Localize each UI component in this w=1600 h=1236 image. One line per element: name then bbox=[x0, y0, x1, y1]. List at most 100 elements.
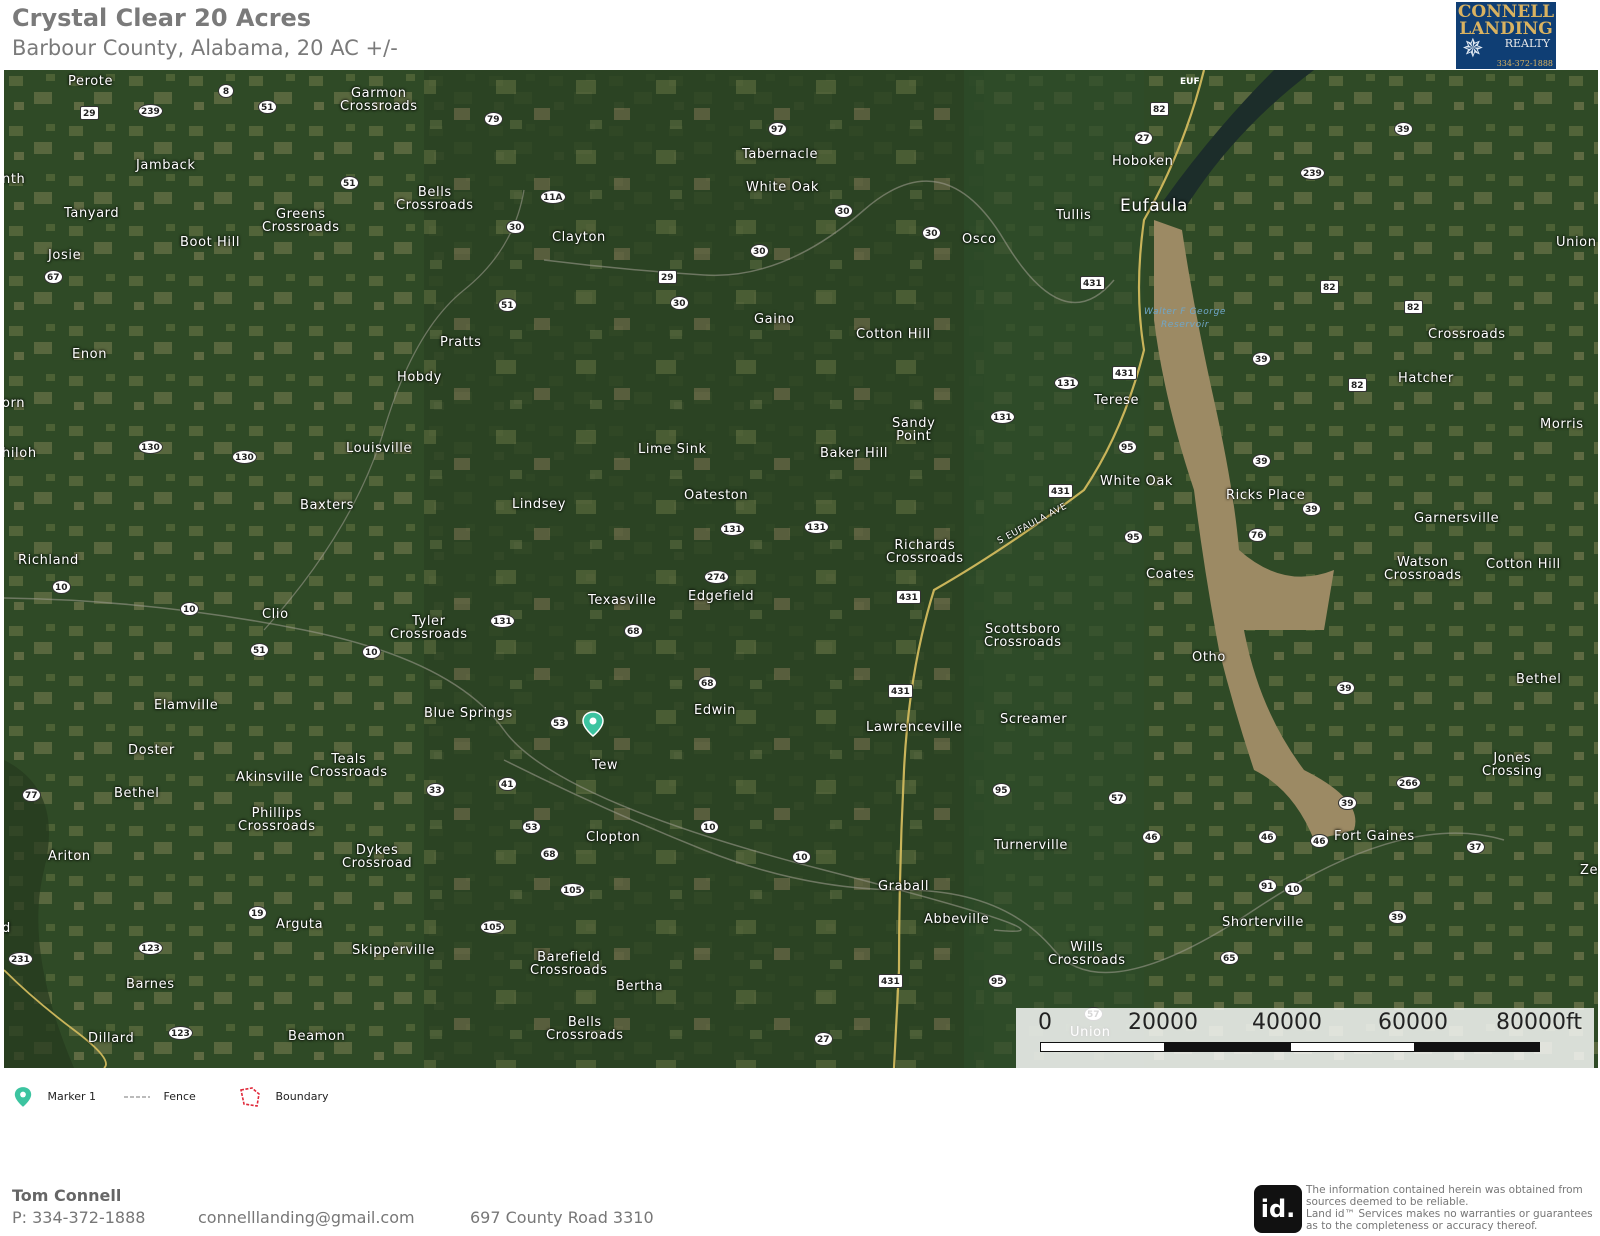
place-label-baker-hill: Baker Hill bbox=[820, 446, 889, 461]
legend-label-marker: Marker 1 bbox=[47, 1090, 97, 1103]
scale-label-20000: 20000 bbox=[1128, 1010, 1198, 1035]
route-shield-46: 46 bbox=[1142, 830, 1161, 844]
route-shield-57: 57 bbox=[1108, 791, 1127, 805]
place-label-sandy-point: Sandy Point bbox=[892, 416, 936, 444]
place-label-louisville: Louisville bbox=[346, 441, 413, 456]
route-shield-53: 53 bbox=[522, 820, 541, 834]
route-shield-19: 19 bbox=[248, 906, 267, 920]
place-label-coates: Coates bbox=[1146, 567, 1195, 582]
route-shield-82: 82 bbox=[1348, 378, 1367, 392]
place-label-texasville: Texasville bbox=[588, 593, 657, 608]
place-label-lawrenceville: Lawrenceville bbox=[866, 720, 963, 735]
place-label-white-oak-s: White Oak bbox=[1100, 474, 1174, 489]
place-label-josie: Josie bbox=[48, 248, 82, 263]
route-shield-130: 130 bbox=[138, 440, 163, 454]
scale-segment-4 bbox=[1415, 1042, 1540, 1052]
agent-email[interactable]: connelllanding@gmail.com bbox=[198, 1208, 415, 1227]
place-label-jamback: Jamback bbox=[136, 158, 196, 173]
place-label-tew: Tew bbox=[592, 758, 619, 773]
route-shield-79: 79 bbox=[484, 112, 503, 126]
place-label-clayton: Clayton bbox=[552, 230, 606, 245]
land-id-logo-text: id. bbox=[1260, 1195, 1296, 1223]
place-label-hoboken: Hoboken bbox=[1112, 154, 1174, 169]
place-label-dykes: Dykes Crossroad bbox=[342, 843, 413, 871]
place-label-oateston: Oateston bbox=[684, 488, 749, 503]
route-shield-82: 82 bbox=[1150, 102, 1169, 116]
route-shield-431: 431 bbox=[1080, 276, 1105, 290]
place-label-bertha: Bertha bbox=[616, 979, 664, 994]
route-shield-82: 82 bbox=[1404, 300, 1423, 314]
route-shield-131: 131 bbox=[490, 614, 515, 628]
route-shield-97: 97 bbox=[768, 122, 787, 136]
route-shield-51: 51 bbox=[258, 100, 277, 114]
place-label-tyler: Tyler Crossroads bbox=[390, 614, 468, 642]
route-shield-131: 131 bbox=[1054, 376, 1079, 390]
place-label-terese: Terese bbox=[1094, 393, 1140, 408]
map-subtitle: Barbour County, Alabama, 20 AC +/- bbox=[12, 36, 398, 60]
scale-label-80000ft: 80000ft bbox=[1496, 1010, 1582, 1035]
route-shield-29: 29 bbox=[658, 270, 677, 284]
route-shield-431: 431 bbox=[1048, 484, 1073, 498]
route-shield-33: 33 bbox=[426, 783, 445, 797]
place-label-union-e: Union bbox=[1556, 235, 1597, 250]
route-shield-76: 76 bbox=[1248, 528, 1267, 542]
route-shield-8: 8 bbox=[218, 84, 234, 98]
place-label-turnerville: Turnerville bbox=[994, 838, 1069, 853]
place-label-phillips: Phillips Crossroads bbox=[238, 806, 316, 834]
place-label-hatcher: Hatcher bbox=[1398, 371, 1454, 386]
agent-phone[interactable]: P: 334-372-1888 bbox=[12, 1208, 145, 1227]
route-shield-10: 10 bbox=[1284, 882, 1303, 896]
place-label-lindsey: Lindsey bbox=[512, 497, 567, 512]
route-shield-131: 131 bbox=[804, 520, 829, 534]
place-label-nth: nth bbox=[4, 172, 26, 187]
route-shield-95: 95 bbox=[992, 783, 1011, 797]
route-shield-91: 91 bbox=[1258, 879, 1277, 893]
place-label-garmon: Garmon Crossroads bbox=[340, 86, 418, 114]
place-label-bethel-e: Bethel bbox=[1516, 672, 1562, 687]
place-label-teals: Teals Crossroads bbox=[310, 752, 388, 780]
place-label-gaino: Gaino bbox=[754, 312, 795, 327]
place-label-hobdy: Hobdy bbox=[397, 370, 442, 385]
logo-line-3: REALTY bbox=[1504, 37, 1550, 50]
place-label-jones: Jones Crossing bbox=[1482, 751, 1543, 779]
route-shield-51: 51 bbox=[498, 298, 517, 312]
place-label-greens: Greens Crossroads bbox=[262, 207, 340, 235]
place-label-fort-gaines: Fort Gaines bbox=[1334, 829, 1415, 844]
place-label-lime-sink: Lime Sink bbox=[638, 442, 707, 457]
route-shield-51: 51 bbox=[340, 176, 359, 190]
compass-rose-icon: ✵ bbox=[1462, 34, 1484, 64]
legend-label-boundary: Boundary bbox=[275, 1090, 329, 1103]
map-pin-icon[interactable] bbox=[582, 711, 604, 737]
route-shield-123: 123 bbox=[138, 941, 163, 955]
route-shield-68: 68 bbox=[540, 847, 559, 861]
place-label-ariton: Ariton bbox=[48, 849, 91, 864]
place-label-crossroads-e: Crossroads bbox=[1428, 327, 1506, 342]
route-shield-239: 239 bbox=[1300, 166, 1325, 180]
place-label-pratts: Pratts bbox=[440, 335, 482, 350]
place-label-blue-springs: Blue Springs bbox=[424, 706, 513, 721]
route-shield-29: 29 bbox=[80, 106, 99, 120]
place-label-clio: Clio bbox=[262, 607, 289, 622]
route-shield-euf: EUF bbox=[1180, 77, 1200, 87]
place-label-tullis: Tullis bbox=[1056, 208, 1092, 223]
satellite-map[interactable]: Perote Garmon Crossroads Jamback Tabernacle… bbox=[4, 70, 1598, 1068]
place-label-d-edge: d bbox=[4, 921, 11, 936]
place-label-baxters: Baxters bbox=[300, 498, 354, 513]
place-label-screamer: Screamer bbox=[1000, 712, 1068, 727]
route-shield-39: 39 bbox=[1388, 910, 1407, 924]
route-shield-30: 30 bbox=[834, 204, 853, 218]
scale-segment-2 bbox=[1165, 1042, 1290, 1052]
place-label-akinsville: Akinsville bbox=[236, 770, 304, 785]
place-label-garnersville: Garnersville bbox=[1414, 511, 1500, 526]
place-label-white-oak-n: White Oak bbox=[746, 180, 820, 195]
logo-phone: 334-372-1888 bbox=[1496, 59, 1553, 68]
place-label-doster: Doster bbox=[128, 743, 175, 758]
place-label-richards: Richards Crossroads bbox=[886, 538, 964, 566]
route-shield-53: 53 bbox=[550, 716, 569, 730]
route-shield-39: 39 bbox=[1302, 502, 1321, 516]
boundary-icon bbox=[240, 1087, 260, 1107]
place-label-scottsboro: Scottsboro Crossroads bbox=[984, 622, 1062, 650]
place-label-enon: Enon bbox=[72, 347, 108, 362]
legend-label-fence: Fence bbox=[163, 1090, 196, 1103]
disclaimer: The information contained herein was obt… bbox=[1306, 1184, 1593, 1232]
